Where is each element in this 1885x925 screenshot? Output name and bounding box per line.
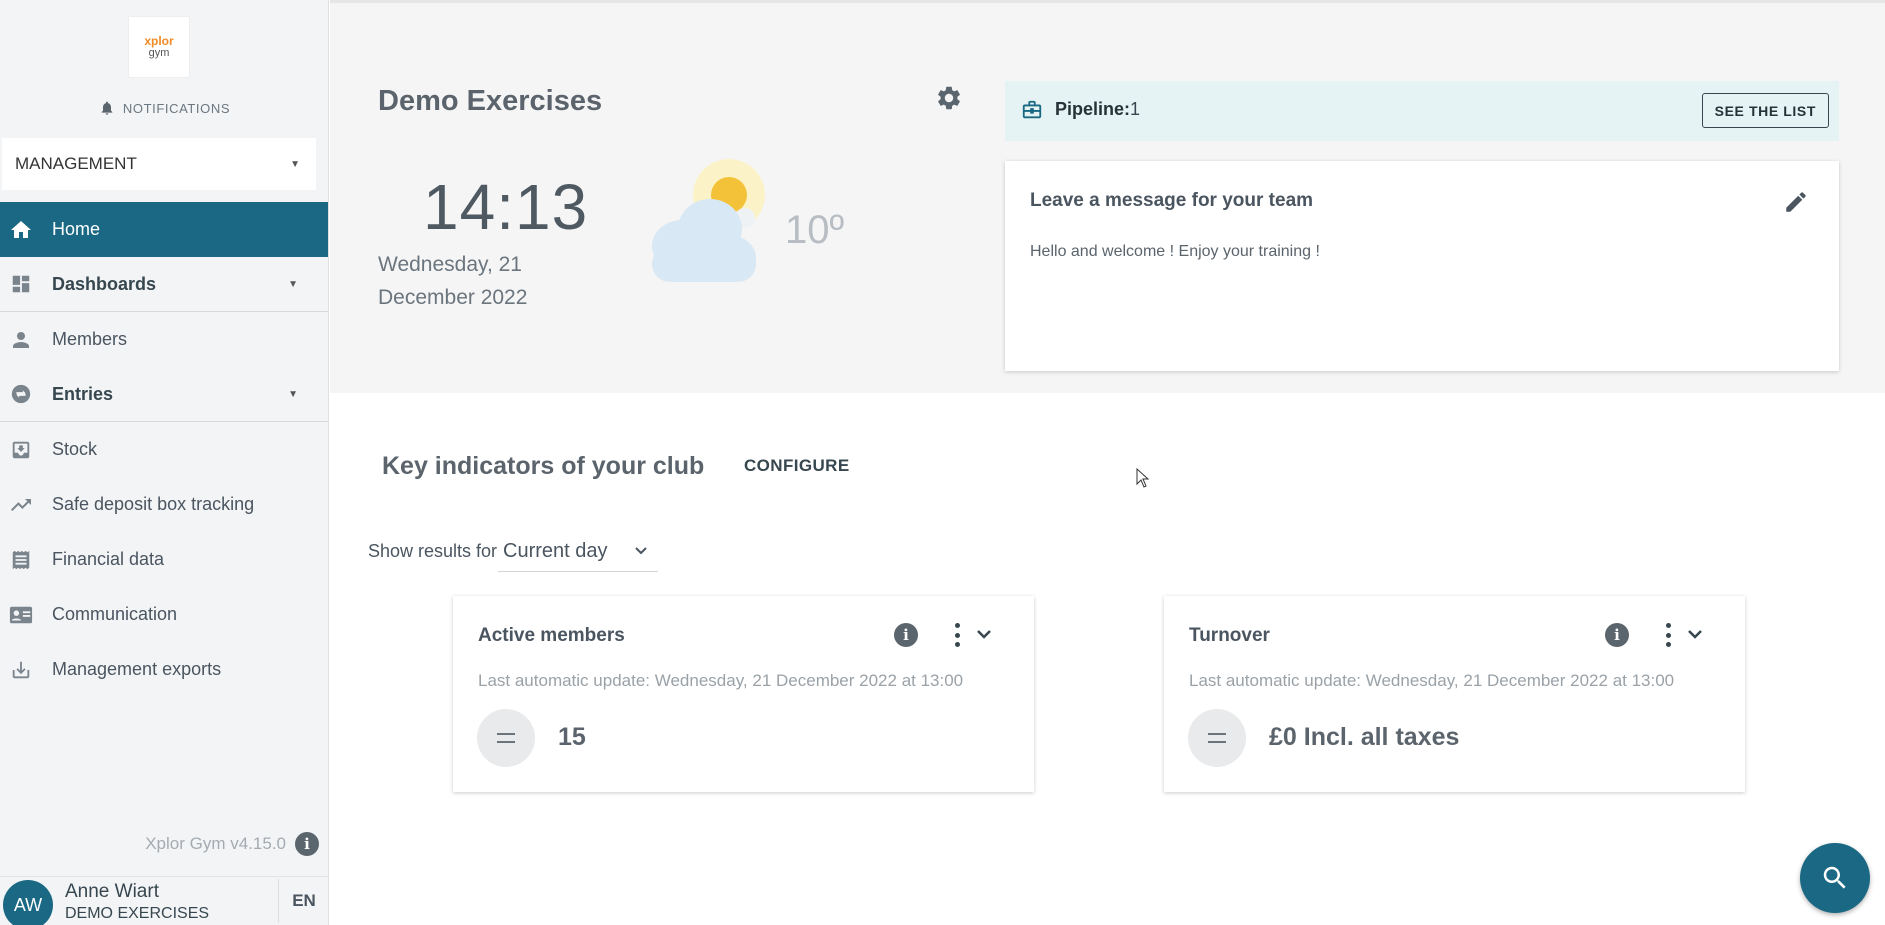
pipeline-label: Pipeline:1: [1055, 99, 1140, 120]
language-switch[interactable]: EN: [278, 879, 329, 923]
show-results-label: Show results for: [368, 541, 498, 561]
caret-down-icon: ▼: [288, 388, 298, 400]
user-name: Anne Wiart: [65, 881, 159, 902]
sidebar-item-exports[interactable]: Management exports: [0, 642, 328, 697]
sidebar-item-entries[interactable]: Entries ▼: [0, 367, 328, 422]
caret-down-icon: ▼: [288, 278, 298, 290]
date-line-1: Wednesday, 21: [378, 253, 522, 276]
equal-icon: [477, 709, 535, 767]
sidebar-item-label: Entries: [52, 383, 114, 404]
team-message-card: Leave a message for your team Hello and …: [1005, 161, 1839, 371]
sidebar-item-communication[interactable]: Communication: [0, 587, 328, 642]
partly-cloudy-icon: [652, 159, 765, 282]
search-icon: [1823, 866, 1846, 889]
kpi-last-update: Last automatic update: Wednesday, 21 Dec…: [478, 671, 964, 690]
notifications-link[interactable]: NOTIFICATIONS: [0, 98, 329, 118]
sidebar-item-label: Stock: [52, 439, 98, 459]
xplor-gym-logo[interactable]: xplor gym: [128, 16, 190, 78]
chevron-down-icon[interactable]: [976, 627, 992, 641]
sidebar-item-label: Members: [52, 329, 128, 349]
info-icon[interactable]: i: [1605, 623, 1629, 647]
gear-icon[interactable]: [935, 84, 963, 112]
download-icon: [9, 658, 33, 682]
clock: 14:13: [423, 171, 589, 243]
kpi-card-turnover: Turnover i Last automatic update: Wednes…: [1164, 596, 1745, 792]
see-the-list-button[interactable]: SEE THE LIST: [1701, 93, 1829, 128]
receipt-icon: [9, 548, 33, 572]
kpi-title: Turnover: [1189, 625, 1270, 646]
configure-button[interactable]: CONFIGURE: [744, 456, 850, 476]
more-vert-icon[interactable]: [953, 623, 961, 647]
sidebar-item-safe-deposit[interactable]: Safe deposit box tracking: [0, 477, 328, 532]
kpi-title: Active members: [478, 625, 625, 646]
mouse-cursor-icon: [1136, 468, 1150, 488]
sidebar-item-label: Dashboards: [52, 273, 157, 294]
info-icon[interactable]: i: [894, 623, 918, 647]
chevron-down-icon: [635, 547, 647, 555]
date-line-2: December 2022: [378, 286, 528, 309]
more-vert-icon[interactable]: [1664, 623, 1672, 647]
sidebar-nav: Home Dashboards ▼ Members Entries ▼ Stoc…: [0, 202, 328, 697]
briefcase-icon: [1022, 100, 1042, 119]
pipeline-banner: Pipeline:1 SEE THE LIST: [1005, 81, 1839, 141]
sidebar: xplor gym NOTIFICATIONS MANAGEMENT ▼ Hom…: [0, 0, 329, 925]
version-label: Xplor Gym v4.15.0: [145, 834, 286, 853]
sidebar-item-label: Safe deposit box tracking: [52, 494, 255, 514]
avatar[interactable]: AW: [3, 880, 53, 925]
user-panel[interactable]: AW Anne Wiart DEMO EXERCISES EN: [0, 876, 329, 925]
pencil-icon[interactable]: [1783, 189, 1809, 215]
stock-icon: [9, 438, 33, 462]
chevron-down-icon[interactable]: [1687, 627, 1703, 641]
dashboard-icon: [9, 272, 33, 296]
search-fab-button[interactable]: [1800, 843, 1870, 913]
caret-down-icon: ▼: [290, 158, 300, 170]
kpi-card-active-members: Active members i Last automatic update: …: [453, 596, 1034, 792]
period-select[interactable]: Current day: [498, 532, 658, 572]
kpi-value: £0 Incl. all taxes: [1269, 723, 1460, 751]
sidebar-item-financial[interactable]: Financial data: [0, 532, 328, 587]
kpi-last-update: Last automatic update: Wednesday, 21 Dec…: [1189, 671, 1675, 690]
section-select-value: MANAGEMENT: [15, 154, 137, 173]
kpi-value: 15: [558, 723, 586, 751]
indicators-title: Key indicators of your club: [382, 452, 705, 480]
message-body: Hello and welcome ! Enjoy your training …: [1030, 243, 1320, 260]
person-icon: [9, 328, 33, 352]
equal-icon: [1188, 709, 1246, 767]
bell-icon: [101, 101, 113, 115]
sidebar-item-members[interactable]: Members: [0, 312, 328, 367]
sidebar-item-label: Management exports: [52, 659, 222, 679]
sidebar-item-label: Financial data: [52, 549, 165, 569]
trending-up-icon: [9, 493, 33, 517]
home-icon: [9, 218, 33, 242]
notifications-label: NOTIFICATIONS: [122, 100, 231, 116]
entries-icon: [9, 382, 33, 406]
logo-subtext: gym: [148, 47, 170, 59]
sidebar-item-dashboards[interactable]: Dashboards ▼: [0, 257, 328, 312]
info-icon[interactable]: i: [295, 832, 319, 856]
contact-card-icon: [9, 603, 33, 627]
page-title: Demo Exercises: [378, 85, 603, 117]
logo-text: xplor: [144, 34, 174, 48]
temperature: 10º: [785, 208, 845, 252]
sidebar-item-home[interactable]: Home: [0, 202, 328, 257]
message-title: Leave a message for your team: [1030, 190, 1314, 211]
section-select[interactable]: MANAGEMENT ▼: [2, 138, 316, 190]
sidebar-item-stock[interactable]: Stock: [0, 422, 328, 477]
sidebar-item-label: Home: [52, 219, 101, 239]
version-row: Xplor Gym v4.15.0 i: [0, 832, 329, 856]
sidebar-item-label: Communication: [52, 604, 178, 624]
period-select-value: Current day: [503, 540, 608, 562]
user-club: DEMO EXERCISES: [65, 905, 210, 922]
pipeline-label-text: Pipeline:: [1055, 99, 1131, 119]
pipeline-count: 1: [1130, 99, 1141, 119]
